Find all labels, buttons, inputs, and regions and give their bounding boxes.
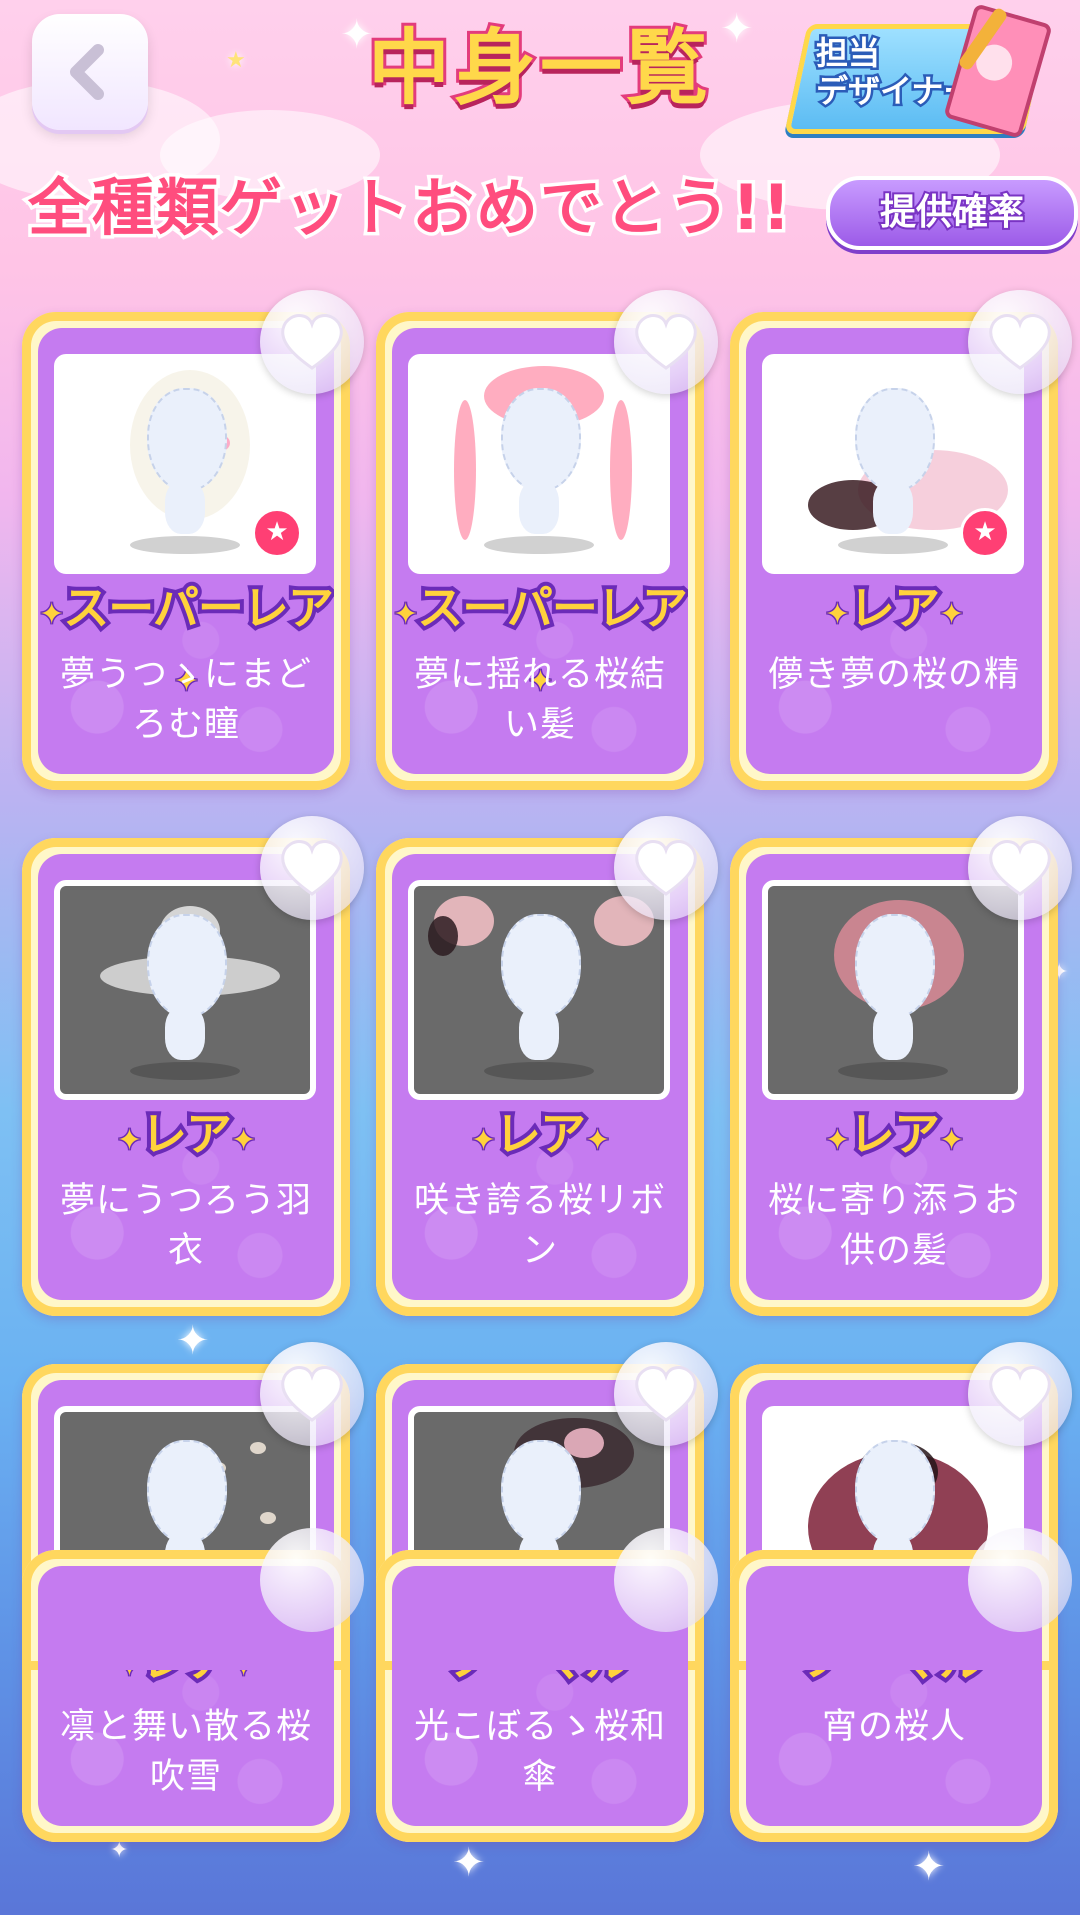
heart-icon[interactable] — [968, 1528, 1072, 1632]
sparkle-icon: ✦ — [452, 1840, 486, 1886]
avatar-mannequin — [141, 914, 229, 1064]
heart-icon — [989, 314, 1051, 370]
favorite-button[interactable] — [968, 816, 1072, 920]
item-thumbnail — [408, 354, 670, 574]
heart-icon — [635, 314, 697, 370]
sparkle-icon: ★ — [226, 48, 246, 73]
back-button[interactable] — [32, 14, 148, 130]
card-body: ★ ✦スーパーレア✦ 夢うつゝにまど ろむ瞳 — [38, 328, 334, 774]
star-icon: ✦ — [823, 596, 851, 634]
item-art — [610, 400, 632, 540]
avatar-mannequin — [495, 388, 583, 538]
heart-icon — [635, 840, 697, 896]
rarity-label: ✦レア✦ — [469, 1103, 611, 1165]
item-art — [428, 916, 458, 956]
star-icon: ✦ — [583, 1122, 611, 1160]
item-card[interactable]: ✦レア✦ 夢にうつろう羽衣 — [22, 816, 364, 1316]
item-thumbnail: ★ — [762, 354, 1024, 574]
congrats-message: 全種類ゲットおめでとう!! — [25, 168, 795, 248]
avatar-mannequin — [849, 388, 937, 538]
avatar-mannequin — [849, 914, 937, 1064]
star-icon: ✦ — [38, 596, 66, 634]
star-icon: ✦ — [823, 1122, 851, 1160]
item-card-partial[interactable] — [22, 1528, 364, 1670]
avatar-mannequin — [495, 914, 583, 1064]
item-card[interactable]: ✦スーパーレア✦ 夢に揺れる桜結 い髪 — [376, 290, 718, 790]
rarity-label: ✦レア✦ — [823, 577, 965, 639]
rarity-label: ✦スーパーレア✦ — [38, 577, 334, 701]
rarity-label: ✦レア✦ — [823, 1103, 965, 1165]
sparkle-icon: ✦ — [912, 1844, 946, 1890]
card-body: ★ ✦レア✦ 儚き夢の桜の精 — [746, 328, 1042, 774]
item-name: 夢に揺れる桜結 い髪 — [413, 655, 666, 745]
card-body: ✦レア✦ 咲き誇る桜リボン — [392, 854, 688, 1300]
item-card-partial[interactable] — [730, 1528, 1072, 1670]
item-name: 儚き夢の桜の精 — [767, 655, 1020, 695]
heart-icon — [635, 1366, 697, 1422]
heart-icon — [281, 314, 343, 370]
rarity-label: ✦レア✦ — [115, 1103, 257, 1165]
star-icon: ✦ — [469, 1122, 497, 1160]
favorite-button[interactable] — [260, 290, 364, 394]
heart-icon — [281, 1366, 343, 1422]
heart-icon — [989, 1366, 1051, 1422]
item-name: 凛と舞い散る桜 吹雪 — [59, 1707, 312, 1797]
item-thumbnail — [762, 880, 1024, 1100]
star-icon: ✦ — [937, 1122, 965, 1160]
item-card-partial[interactable] — [376, 1528, 718, 1670]
item-card[interactable]: ✦レア✦ 桜に寄り添うお 供の髪 — [730, 816, 1072, 1316]
heart-icon[interactable] — [260, 1528, 364, 1632]
item-art — [454, 400, 476, 540]
item-art — [250, 1442, 266, 1454]
sparkle-icon: ✦ — [720, 6, 754, 52]
sparkle-icon: ✦ — [176, 1318, 210, 1364]
item-name: 夢うつゝにまど ろむ瞳 — [59, 655, 312, 745]
favorite-button[interactable] — [260, 1342, 364, 1446]
item-name: 咲き誇る桜リボン — [413, 1181, 666, 1271]
item-thumbnail — [408, 880, 670, 1100]
heart-icon — [281, 840, 343, 896]
star-icon: ✦ — [392, 596, 420, 634]
chevron-left-icon — [70, 44, 104, 100]
rarity-label: ✦スーパーレア✦ — [392, 577, 688, 701]
heart-icon[interactable] — [614, 1528, 718, 1632]
item-thumbnail — [54, 880, 316, 1100]
star-icon: ✦ — [937, 596, 965, 634]
item-name: 夢にうつろう羽衣 — [59, 1181, 312, 1271]
favorite-button[interactable] — [968, 1342, 1072, 1446]
item-name: 桜に寄り添うお 供の髪 — [767, 1181, 1020, 1271]
item-art — [260, 1512, 276, 1524]
item-card[interactable]: ★ ✦レア✦ 儚き夢の桜の精 — [730, 290, 1072, 790]
drop-rate-button[interactable]: 提供確率 — [826, 176, 1078, 250]
card-body: ✦レア✦ 夢にうつろう羽衣 — [38, 854, 334, 1300]
favorite-button[interactable] — [968, 290, 1072, 394]
card-body: ✦レア✦ 桜に寄り添うお 供の髪 — [746, 854, 1042, 1300]
item-card[interactable]: ★ ✦スーパーレア✦ 夢うつゝにまど ろむ瞳 — [22, 290, 364, 790]
item-name: 光こぼるゝ桜和傘 — [413, 1707, 666, 1797]
item-thumbnail: ★ — [54, 354, 316, 574]
favorite-button[interactable] — [260, 816, 364, 920]
favorite-button[interactable] — [614, 290, 718, 394]
heart-icon — [989, 840, 1051, 896]
card-body: ✦スーパーレア✦ 夢に揺れる桜結 い髪 — [392, 328, 688, 774]
favorite-button[interactable] — [614, 1342, 718, 1446]
star-badge-icon: ★ — [960, 508, 1010, 558]
star-badge-icon: ★ — [252, 508, 302, 558]
item-name: 宵の桜人 — [821, 1707, 966, 1747]
page-title: 中身一覧 — [365, 18, 712, 119]
designer-button[interactable]: 担当 デザイナー — [784, 3, 1053, 139]
item-card[interactable]: ✦レア✦ 咲き誇る桜リボン — [376, 816, 718, 1316]
favorite-button[interactable] — [614, 816, 718, 920]
avatar-mannequin — [141, 388, 229, 538]
star-icon: ✦ — [229, 1122, 257, 1160]
star-icon: ✦ — [115, 1122, 143, 1160]
